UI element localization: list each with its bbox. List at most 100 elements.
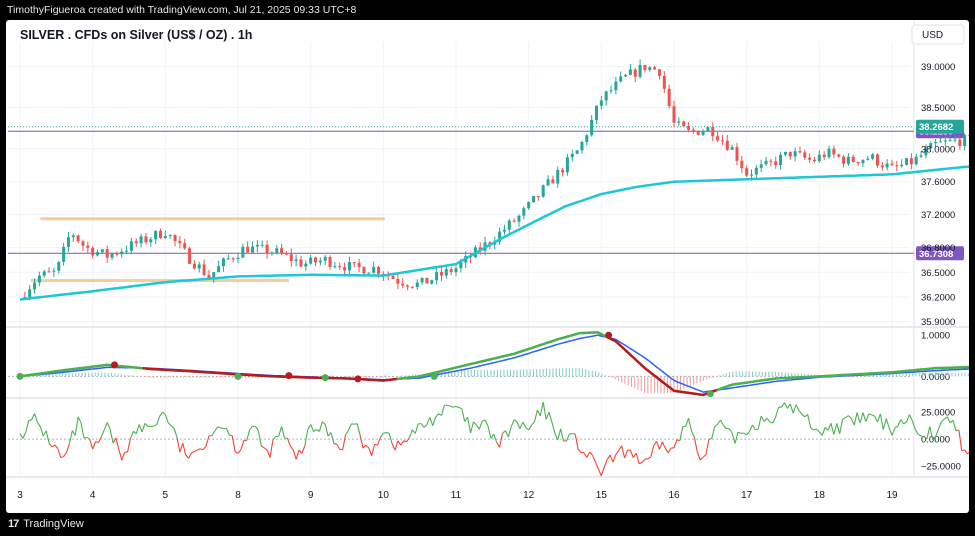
oscillator-line-segment	[249, 425, 253, 431]
oscillator-line-segment	[292, 449, 297, 460]
oscillator-line-segment	[77, 416, 82, 424]
candle-body	[871, 154, 875, 159]
candle-body	[241, 246, 245, 258]
candle-body	[788, 151, 792, 157]
oscillator-line-segment	[266, 449, 271, 458]
oscillator-line-segment	[159, 411, 163, 417]
price-tick-label: 36.8000	[921, 243, 955, 254]
candle-body	[183, 243, 187, 249]
time-tick-label: 12	[523, 490, 535, 501]
oscillator-line-segment	[214, 426, 219, 432]
oscillator-line-segment	[632, 452, 637, 458]
oscillator-line-segment	[272, 436, 277, 441]
oscillator-line-segment	[650, 445, 655, 458]
oscillator-line-segment	[696, 451, 701, 461]
oscillator-line-segment	[388, 433, 393, 444]
oscillator-line-segment	[345, 430, 349, 436]
support-resistance-zones	[30, 217, 385, 283]
candle-body	[546, 179, 550, 186]
candle-body	[255, 244, 259, 247]
candle-body	[614, 81, 618, 91]
candle-body	[619, 76, 623, 82]
oscillator-tick-label: 25.0000	[921, 408, 955, 419]
oscillator-line-segment	[795, 404, 800, 411]
oscillator-line-segment	[63, 452, 67, 457]
oscillator-line-segment	[714, 423, 718, 428]
oscillator-line-segment	[115, 437, 120, 450]
price-tick-label: 35.9000	[921, 317, 955, 328]
oscillator-line-segment	[507, 426, 512, 437]
candle-body	[372, 266, 376, 273]
time-axis: 3 4 5 8 9 10 11 12 15 16 17 18 19	[17, 490, 898, 501]
candle-body	[96, 252, 100, 256]
oscillator-line-segment	[914, 429, 919, 435]
oscillator-line-segment	[589, 451, 594, 456]
oscillator-line-segment	[821, 427, 826, 436]
candle-body	[217, 266, 221, 273]
candle-body	[284, 253, 288, 255]
time-tick-label: 5	[163, 490, 169, 501]
candle-body	[410, 286, 414, 288]
candle-body	[299, 259, 303, 267]
macd-cross-marker	[16, 372, 24, 380]
oscillator-line-segment	[371, 444, 376, 456]
candle-body	[706, 127, 710, 132]
oscillator-line-segment	[903, 421, 907, 425]
oscillator-line-segment	[167, 422, 172, 427]
price-tick-label: 39.0000	[921, 62, 955, 73]
candle-body	[294, 259, 298, 262]
candle-body	[905, 158, 909, 165]
candle-body	[687, 126, 691, 130]
candle-body	[880, 165, 884, 168]
currency-button[interactable]: USD	[911, 24, 965, 45]
oscillator-line-segment	[257, 430, 262, 447]
oscillator-line-segment	[661, 441, 666, 449]
oscillator-line-segment	[135, 424, 140, 434]
candle-body	[81, 241, 85, 246]
macd-cross-marker	[430, 372, 438, 380]
oscillator-line-segment	[647, 456, 652, 460]
oscillator-line-segment	[848, 415, 852, 419]
oscillator-line-segment	[490, 433, 495, 439]
oscillator-line-segment	[536, 409, 541, 417]
oscillator-line-segment	[324, 424, 329, 437]
oscillator-line-segment	[435, 413, 439, 418]
oscillator-line-segment	[304, 429, 309, 446]
oscillator-line-segment	[478, 421, 483, 430]
candle-body	[662, 75, 666, 89]
macd-cross-marker	[234, 372, 242, 380]
candle-body	[265, 244, 269, 254]
price-tick-label: 38.0000	[921, 144, 955, 155]
candle-body	[628, 69, 632, 75]
oscillator-line-segment	[763, 417, 768, 422]
oscillator-line-segment	[397, 440, 402, 446]
oscillator-tick-label: −25.0000	[921, 462, 961, 473]
oscillator-line-segment	[231, 435, 236, 452]
oscillator-line-segment	[28, 419, 32, 422]
candle-body	[328, 256, 332, 267]
candle-body	[188, 248, 192, 264]
candle-body	[604, 91, 608, 101]
oscillator-line-segment	[621, 445, 626, 459]
oscillator-line-segment	[737, 431, 742, 434]
candle-body	[759, 164, 763, 168]
oscillator-line-segment	[121, 452, 126, 461]
oscillator-line-segment	[95, 441, 99, 444]
oscillator-line-segment	[278, 426, 283, 437]
oscillator-line-segment	[176, 436, 181, 453]
candle-body	[624, 74, 628, 77]
oscillator-line-segment	[548, 412, 553, 423]
oscillator-line-segment	[74, 416, 79, 436]
oscillator-line-segment	[775, 406, 780, 417]
chart-canvas[interactable]: 38.213936.730838.2682 1.00000.0000 25.00…	[6, 20, 969, 513]
oscillator-line-segment	[106, 422, 111, 430]
oscillator-line-segment	[629, 449, 634, 458]
oscillator-line-segment	[504, 430, 509, 438]
oscillator-line-segment	[717, 419, 721, 425]
oscillator-line-segment	[403, 440, 407, 443]
candle-body	[948, 139, 952, 141]
oscillator-line-segment	[68, 430, 73, 444]
oscillator-line-segment	[65, 443, 70, 453]
oscillator-line-segment	[798, 410, 803, 415]
chart-panel[interactable]: 38.213936.730838.2682 1.00000.0000 25.00…	[6, 20, 969, 513]
